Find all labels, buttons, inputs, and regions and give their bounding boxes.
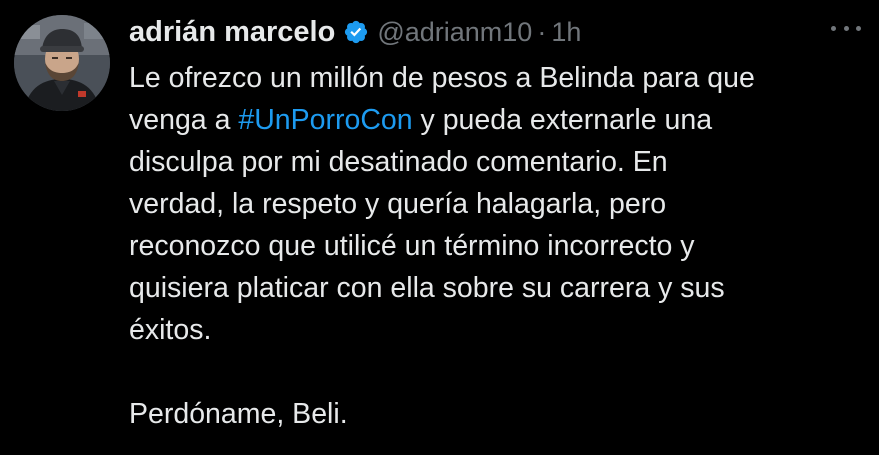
more-options-icon[interactable] (831, 20, 861, 36)
tweet-text-segment: y pueda externarle una (412, 104, 713, 136)
author-handle[interactable]: @adrianm10 (377, 17, 532, 48)
more-dot (843, 25, 849, 31)
tweet-text: Le ofrezco un millón de pesos a Belinda … (129, 57, 869, 435)
tweet-text-line: verdad, la respeto y quería halagarla, p… (129, 188, 667, 220)
tweet[interactable]: adrián marcelo @adrianm10 · 1h Le ofrezc… (0, 0, 879, 455)
tweet-text-line: venga a #UnPorroCon y pueda externarle u… (129, 99, 869, 141)
more-dot (831, 25, 836, 31)
hashtag-link[interactable]: #UnPorroCon (238, 104, 412, 136)
header-separator: · (537, 16, 547, 47)
tweet-signoff: Perdóname, Beli. (129, 398, 348, 430)
tweet-text-line: disculpa por mi desatinado comentario. E… (129, 146, 668, 178)
verified-badge-icon (343, 19, 369, 45)
tweet-timestamp[interactable]: 1h (551, 17, 581, 48)
author-display-name[interactable]: adrián marcelo (129, 16, 335, 49)
tweet-text-line: éxitos. (129, 314, 212, 346)
tweet-text-line: reconozco que utilicé un término incorre… (129, 230, 695, 262)
more-dot (856, 25, 861, 31)
tweet-text-line: quisiera platicar con ella sobre su carr… (129, 272, 725, 304)
tweet-text-segment: venga a (129, 104, 239, 136)
tweet-text-line: Le ofrezco un millón de pesos a Belinda … (129, 62, 755, 94)
tweet-header: adrián marcelo @adrianm10 · 1h (129, 13, 581, 51)
avatar[interactable] (14, 15, 110, 111)
